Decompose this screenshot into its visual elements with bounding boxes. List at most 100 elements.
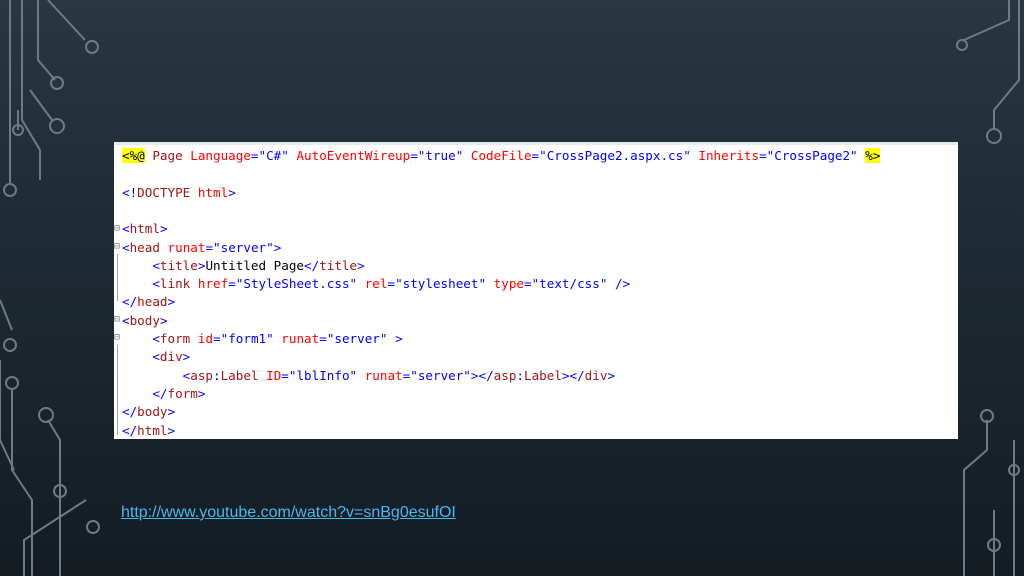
code-token: "text/css" <box>531 276 608 292</box>
code-screenshot: <%@ Page Language="C#" AutoEventWireup="… <box>114 142 958 439</box>
code-token: DOCTYPE <box>137 184 191 200</box>
code-token: CodeFile <box>470 148 532 163</box>
code-token: > <box>607 367 616 383</box>
code-token: > <box>159 312 168 328</box>
code-token: "CrossPage2" <box>766 148 858 163</box>
code-token: "lblInfo" <box>288 367 358 383</box>
code-token: : <box>516 367 524 383</box>
code-token: html <box>137 422 168 438</box>
code-token: form <box>159 331 191 346</box>
code-token: div <box>584 367 608 383</box>
code-token: <! <box>122 184 138 200</box>
code-line: </form> <box>122 385 205 403</box>
code-token: = <box>759 148 767 163</box>
code-token: </ <box>304 257 320 273</box>
youtube-link[interactable]: http://www.youtube.com/watch?v=snBg0esuf… <box>121 504 456 522</box>
code-line: </body> <box>122 403 175 421</box>
code-token: > <box>167 294 176 310</box>
code-token: Inherits <box>698 148 760 163</box>
code-line: </html> <box>122 422 175 440</box>
code-line: <asp:Label ID="lblInfo" runat="server"><… <box>122 367 615 385</box>
code-line: </head> <box>122 293 175 311</box>
code-token: link <box>159 276 191 292</box>
code-token: < <box>122 367 191 383</box>
code-line: <%@ Page Language="C#" AutoEventWireup="… <box>122 147 881 165</box>
collapse-marker-html: ⊟ <box>114 223 121 234</box>
code-token: div <box>159 349 183 365</box>
code-token: form <box>167 385 198 401</box>
code-token: > <box>197 385 206 401</box>
code-line: <form id="form1" runat="server" > <box>122 330 402 348</box>
panel-top-strip <box>114 142 958 145</box>
code-token: > <box>357 257 365 273</box>
code-token: ID <box>266 367 282 383</box>
code-token: runat <box>364 367 403 383</box>
code-token: > <box>273 239 282 255</box>
code-token: > <box>228 184 236 200</box>
code-token: type <box>493 276 524 292</box>
code-token: < <box>122 257 160 273</box>
code-token: < <box>122 349 160 365</box>
code-token: = <box>213 331 221 346</box>
code-token: AutoEventWireup <box>296 148 411 163</box>
code-token: asp <box>190 367 213 383</box>
code-token: ></ <box>561 367 585 383</box>
collapse-guide-body <box>117 345 118 435</box>
code-token: asp <box>493 367 517 383</box>
code-token: < <box>122 276 160 292</box>
code-token: = <box>250 148 259 163</box>
code-token: runat <box>167 239 206 255</box>
code-token: < <box>122 312 130 328</box>
code-token: = <box>319 331 327 346</box>
code-token: "true" <box>417 148 464 163</box>
code-token: Label <box>220 367 259 383</box>
code-token: < <box>122 221 130 237</box>
code-token: : <box>213 367 221 383</box>
code-token: /> <box>607 276 631 292</box>
code-token: rel <box>364 276 388 292</box>
code-token: head <box>129 239 160 255</box>
code-token: </ <box>122 294 138 310</box>
code-token: body <box>129 312 160 328</box>
code-line: <!DOCTYPE html> <box>122 184 236 202</box>
code-token: </ <box>122 404 138 420</box>
code-token: = <box>281 367 289 383</box>
code-token: = <box>531 148 540 163</box>
code-token: "stylesheet" <box>395 276 487 292</box>
code-line: <div> <box>122 348 190 366</box>
code-token: = <box>387 276 396 292</box>
code-token: Page <box>144 148 191 163</box>
code-token: = <box>228 276 236 292</box>
code-token: html <box>129 221 160 237</box>
code-token: ></ <box>470 367 494 383</box>
code-token: "C#" <box>258 148 289 163</box>
code-token: title <box>159 257 198 273</box>
code-token: "StyleSheet.css" <box>235 276 358 292</box>
code-token: > <box>159 221 168 237</box>
code-token: = <box>410 148 418 163</box>
code-token: "server" <box>213 239 274 255</box>
collapse-guide-head <box>117 254 118 301</box>
code-token: id <box>197 331 214 346</box>
code-token: runat <box>281 331 320 346</box>
code-token: <%@ <box>122 148 145 163</box>
code-token: %> <box>865 148 881 163</box>
code-token: Untitled Page <box>205 257 305 273</box>
code-token: href <box>197 276 229 292</box>
code-line: <title>Untitled Page</title> <box>122 257 365 275</box>
code-line: <body> <box>122 312 168 330</box>
code-token: Language <box>190 148 251 163</box>
code-token: "CrossPage2.aspx.cs" <box>539 148 691 163</box>
code-token: "server" <box>326 331 388 346</box>
code-line: <link href="StyleSheet.css" rel="stylesh… <box>122 275 630 293</box>
code-line: <html> <box>122 220 168 238</box>
code-token: html <box>197 184 229 200</box>
code-token: "server" <box>410 367 471 383</box>
code-token: < <box>122 331 160 346</box>
